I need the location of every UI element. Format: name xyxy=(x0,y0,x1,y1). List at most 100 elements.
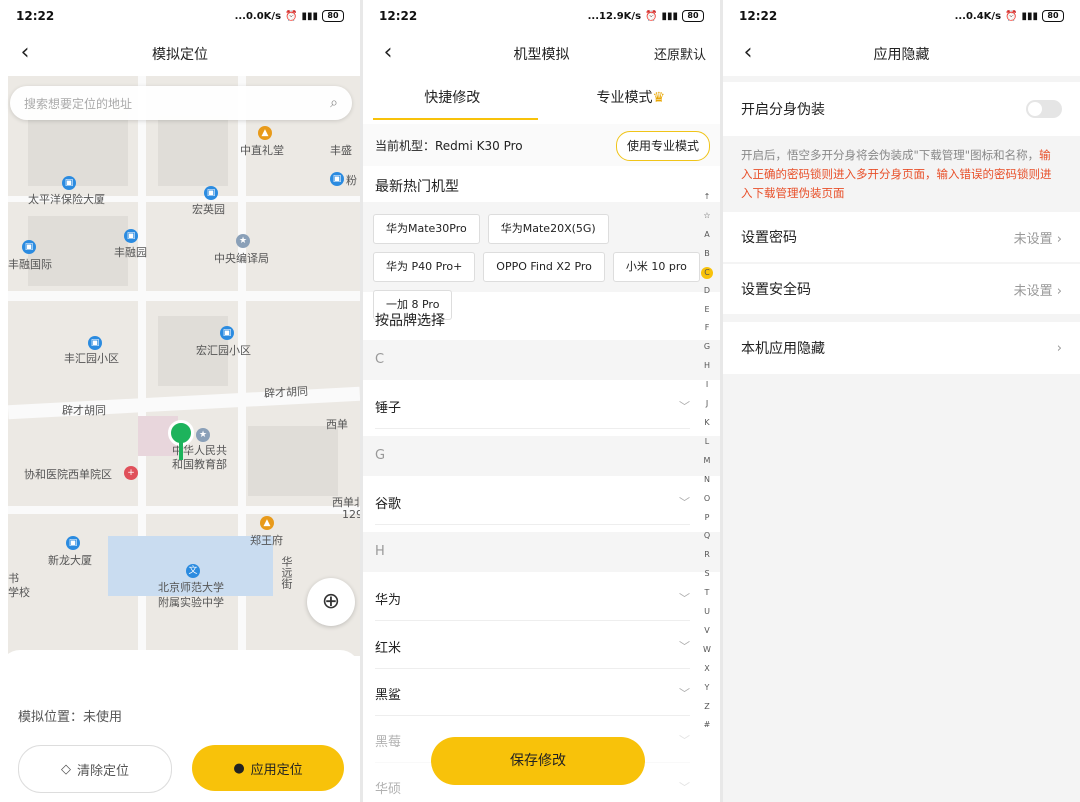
search-input[interactable]: 搜索想要定位的地址 ⌕ xyxy=(10,86,352,120)
mode-tabs: 快捷修改 专业模式♛ xyxy=(363,78,720,122)
map-poi-label: 丰融国际 xyxy=(8,258,52,271)
back-icon[interactable]: ‹ xyxy=(12,40,38,66)
save-changes-button[interactable]: 保存修改 xyxy=(431,737,645,785)
local-app-hide-row[interactable]: 本机应用隐藏 › xyxy=(723,322,1080,374)
brand-row[interactable]: 锤子 ﹀ xyxy=(375,384,690,429)
signal-icon: ▮▮▮ xyxy=(301,10,318,22)
tab-pro-mode[interactable]: 专业模式♛ xyxy=(542,78,721,122)
index-letter[interactable]: P xyxy=(705,509,710,528)
government-icon: ★ xyxy=(196,428,210,442)
model-chip[interactable]: 小米 10 pro xyxy=(612,252,700,282)
model-chip[interactable]: OPPO Find X2 Pro xyxy=(483,252,605,282)
map-poi-label: 郑王府 xyxy=(250,534,283,547)
disguise-toggle[interactable] xyxy=(1026,100,1062,118)
clear-location-label: 清除定位 xyxy=(76,763,129,779)
map-poi-label: 北京师范大学 xyxy=(158,581,224,594)
chevron-down-icon: ﹀ xyxy=(679,592,690,605)
reset-default-button[interactable]: 还原默认 xyxy=(654,44,706,63)
index-letter[interactable]: ☆ xyxy=(703,207,710,226)
map-poi-label: 太平洋保险大厦 xyxy=(28,193,105,206)
index-letter[interactable]: O xyxy=(704,490,710,509)
index-letter[interactable]: D xyxy=(704,282,710,301)
status-time: 12:22 xyxy=(16,9,55,23)
brand-label: 谷歌 xyxy=(375,496,402,512)
local-app-hide-label: 本机应用隐藏 xyxy=(741,341,825,357)
index-letter[interactable]: I xyxy=(706,376,708,395)
apply-location-label: 应用定位 xyxy=(250,762,303,778)
map-view[interactable]: 中直礼堂 ▲ 丰盛 太平洋保险大厦 ▣ 宏英园 ▣ 丰融园 ▣ 中央编译局 ★ … xyxy=(8,76,360,656)
set-password-row[interactable]: 设置密码 未设置 › xyxy=(723,212,1080,262)
index-letter[interactable]: U xyxy=(704,603,710,622)
eraser-icon: ◇ xyxy=(60,761,71,777)
letter-label: H xyxy=(375,544,385,559)
index-letter[interactable]: J xyxy=(706,395,708,414)
model-chip[interactable]: 华为Mate30Pro xyxy=(373,214,480,244)
building-icon: ▣ xyxy=(66,536,80,550)
index-letter[interactable]: S xyxy=(704,565,709,584)
status-bar: 12:22 ...0.4K/s ⏰ ▮▮▮ 80 xyxy=(723,0,1080,32)
index-letter[interactable]: # xyxy=(704,716,711,735)
building-icon: ▣ xyxy=(220,326,234,340)
map-poi-label: 丰盛 xyxy=(330,144,352,157)
map-poi-label: 丰汇园小区 xyxy=(64,352,119,365)
index-letter[interactable]: H xyxy=(704,357,710,376)
alphabet-index[interactable]: ↑ ☆ A B C D E F G H I J K L M N O P Q R S T U V W X Y Z # xyxy=(700,188,714,735)
title-bar: ‹ 机型模拟 还原默认 xyxy=(363,32,720,76)
index-letter[interactable]: K xyxy=(704,414,709,433)
index-letter[interactable]: Y xyxy=(705,679,710,698)
net-speed: ...0.0K/s xyxy=(234,10,282,22)
brand-row[interactable]: 红米 ﹀ xyxy=(375,624,690,669)
index-letter[interactable]: N xyxy=(704,471,710,490)
model-chip[interactable]: 华为 P40 Pro+ xyxy=(373,252,476,282)
brand-label: 黑莓 xyxy=(375,734,402,750)
brand-row[interactable]: 黑鲨 ﹀ xyxy=(375,671,690,716)
index-letter[interactable]: Z xyxy=(704,698,709,717)
map-poi-label: 宏英园 xyxy=(192,203,225,216)
search-icon[interactable]: ⌕ xyxy=(330,95,338,111)
tab-quick-edit[interactable]: 快捷修改 xyxy=(363,78,542,122)
government-icon: ★ xyxy=(236,234,250,248)
chevron-down-icon: ﹀ xyxy=(679,734,690,747)
index-letter[interactable]: Q xyxy=(704,527,710,546)
index-letter[interactable]: R xyxy=(704,546,710,565)
brand-row[interactable]: 谷歌 ﹀ xyxy=(375,480,690,525)
index-letter[interactable]: V xyxy=(704,622,709,641)
letter-label: C xyxy=(375,352,385,367)
index-letter[interactable]: W xyxy=(703,641,711,660)
map-poi-label: 129 xyxy=(342,508,360,521)
back-icon[interactable]: ‹ xyxy=(735,40,761,66)
map-poi-label: 中直礼堂 xyxy=(240,144,284,157)
alarm-icon: ⏰ xyxy=(1005,10,1018,22)
hot-models-list: 华为Mate30Pro 华为Mate20X(5G) 华为 P40 Pro+ OP… xyxy=(373,214,700,320)
index-letter[interactable]: T xyxy=(705,584,710,603)
index-letter[interactable]: X xyxy=(704,660,709,679)
map-poi-label: 新龙大厦 xyxy=(48,554,92,567)
chevron-right-icon: › xyxy=(1056,231,1062,247)
battery-icon: 80 xyxy=(1042,10,1064,22)
letter-header xyxy=(363,340,720,380)
my-location-button[interactable]: ⊕ xyxy=(307,578,355,626)
index-letter[interactable]: G xyxy=(704,338,710,357)
model-chip[interactable]: 华为Mate20X(5G) xyxy=(487,214,609,244)
set-security-code-row[interactable]: 设置安全码 未设置 › xyxy=(723,264,1080,314)
index-letter[interactable]: F xyxy=(705,319,710,338)
brand-row[interactable]: 华为 ﹀ xyxy=(375,576,690,621)
index-letter[interactable]: M xyxy=(704,452,711,471)
apply-location-button[interactable]: ● 应用定位 xyxy=(192,745,344,791)
chevron-down-icon: ﹀ xyxy=(679,400,690,413)
map-screen: 12:22 ...0.0K/s ⏰ ▮▮▮ 80 ‹ 模拟定位 中直礼堂 ▲ 丰盛 太… xyxy=(0,0,360,802)
use-pro-mode-button[interactable]: 使用专业模式 xyxy=(615,131,710,161)
index-letter[interactable]: A xyxy=(704,226,709,245)
index-letter[interactable]: B xyxy=(704,245,710,264)
index-letter[interactable]: C xyxy=(701,266,713,279)
index-letter[interactable]: E xyxy=(704,301,709,320)
back-icon[interactable]: ‹ xyxy=(375,40,401,66)
status-time: 12:22 xyxy=(739,9,778,23)
tab-quick-label: 快捷修改 xyxy=(424,90,481,106)
map-poi-label: 粉 xyxy=(346,174,357,187)
clear-location-button[interactable]: ◇ 清除定位 xyxy=(18,745,172,793)
letter-header xyxy=(363,436,720,476)
index-letter[interactable]: ↑ xyxy=(704,188,711,207)
index-letter[interactable]: L xyxy=(705,433,709,452)
chevron-down-icon: ﹀ xyxy=(679,781,690,794)
